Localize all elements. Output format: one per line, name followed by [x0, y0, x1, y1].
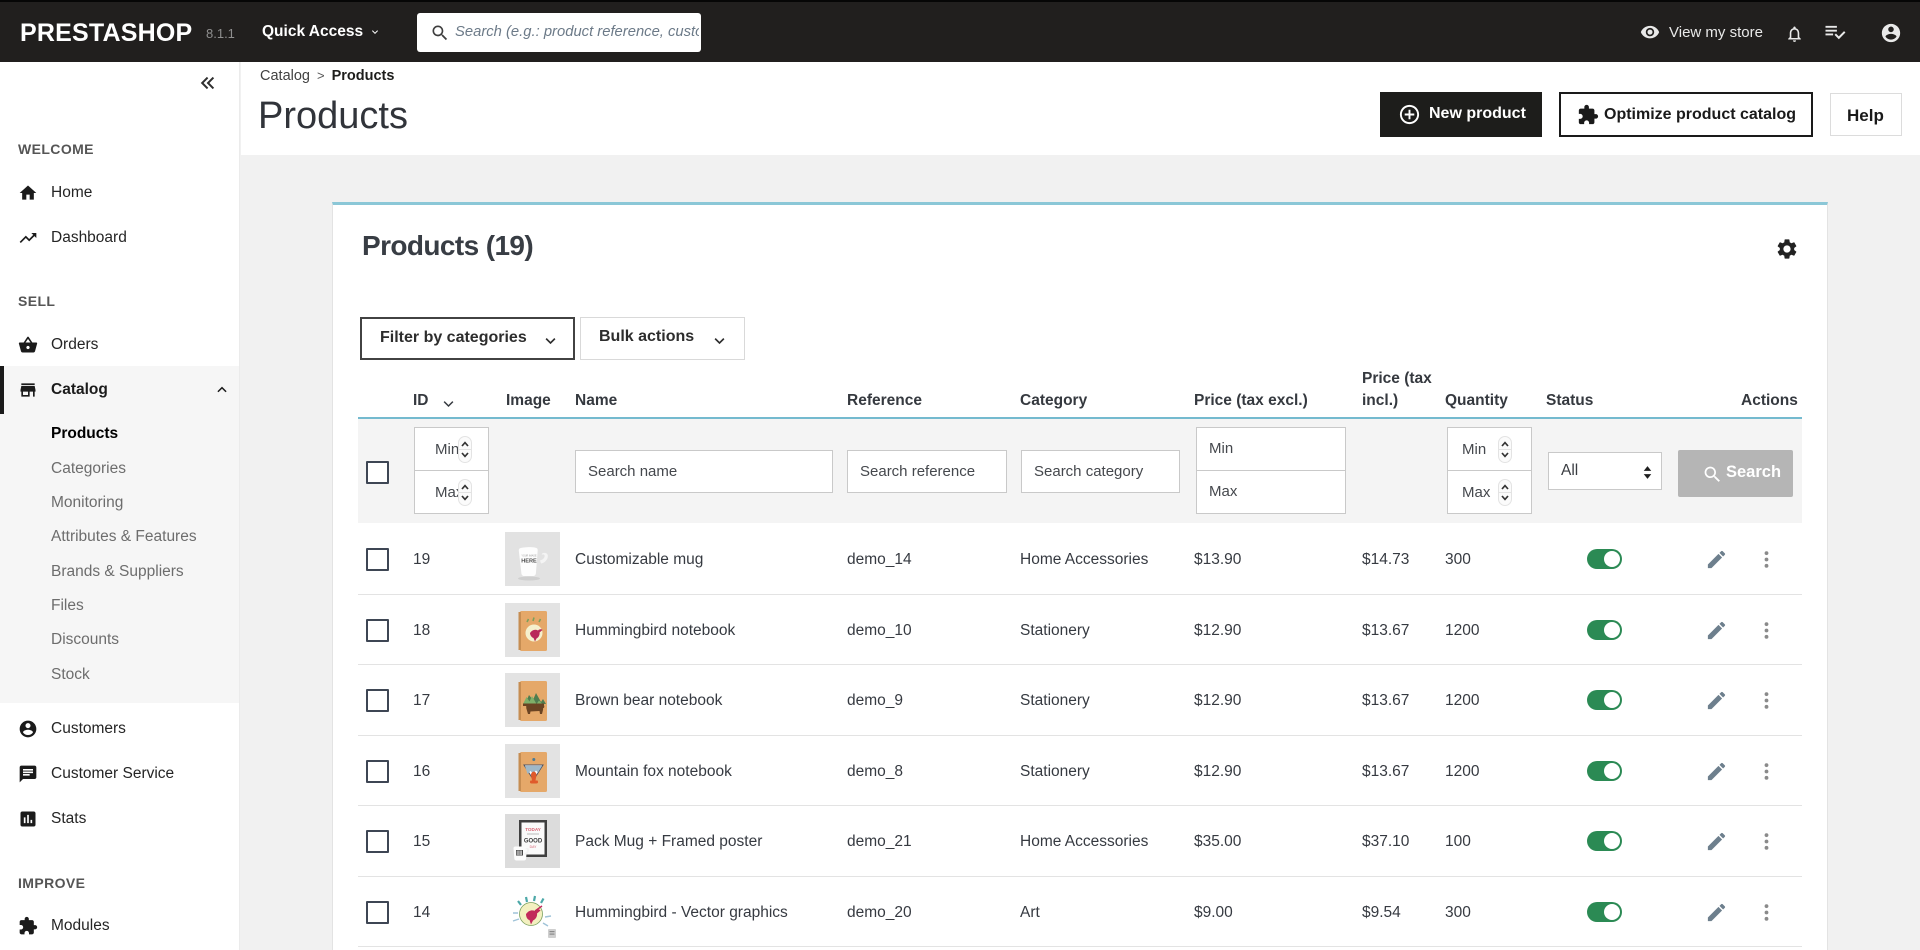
- svg-text:HERE: HERE: [521, 559, 537, 565]
- svg-text:YOUR IMAGE: YOUR IMAGE: [521, 555, 537, 558]
- svg-text:DAY: DAY: [530, 845, 537, 849]
- svg-text:GOOD: GOOD: [524, 839, 543, 845]
- svg-text:TODAY: TODAY: [525, 827, 541, 832]
